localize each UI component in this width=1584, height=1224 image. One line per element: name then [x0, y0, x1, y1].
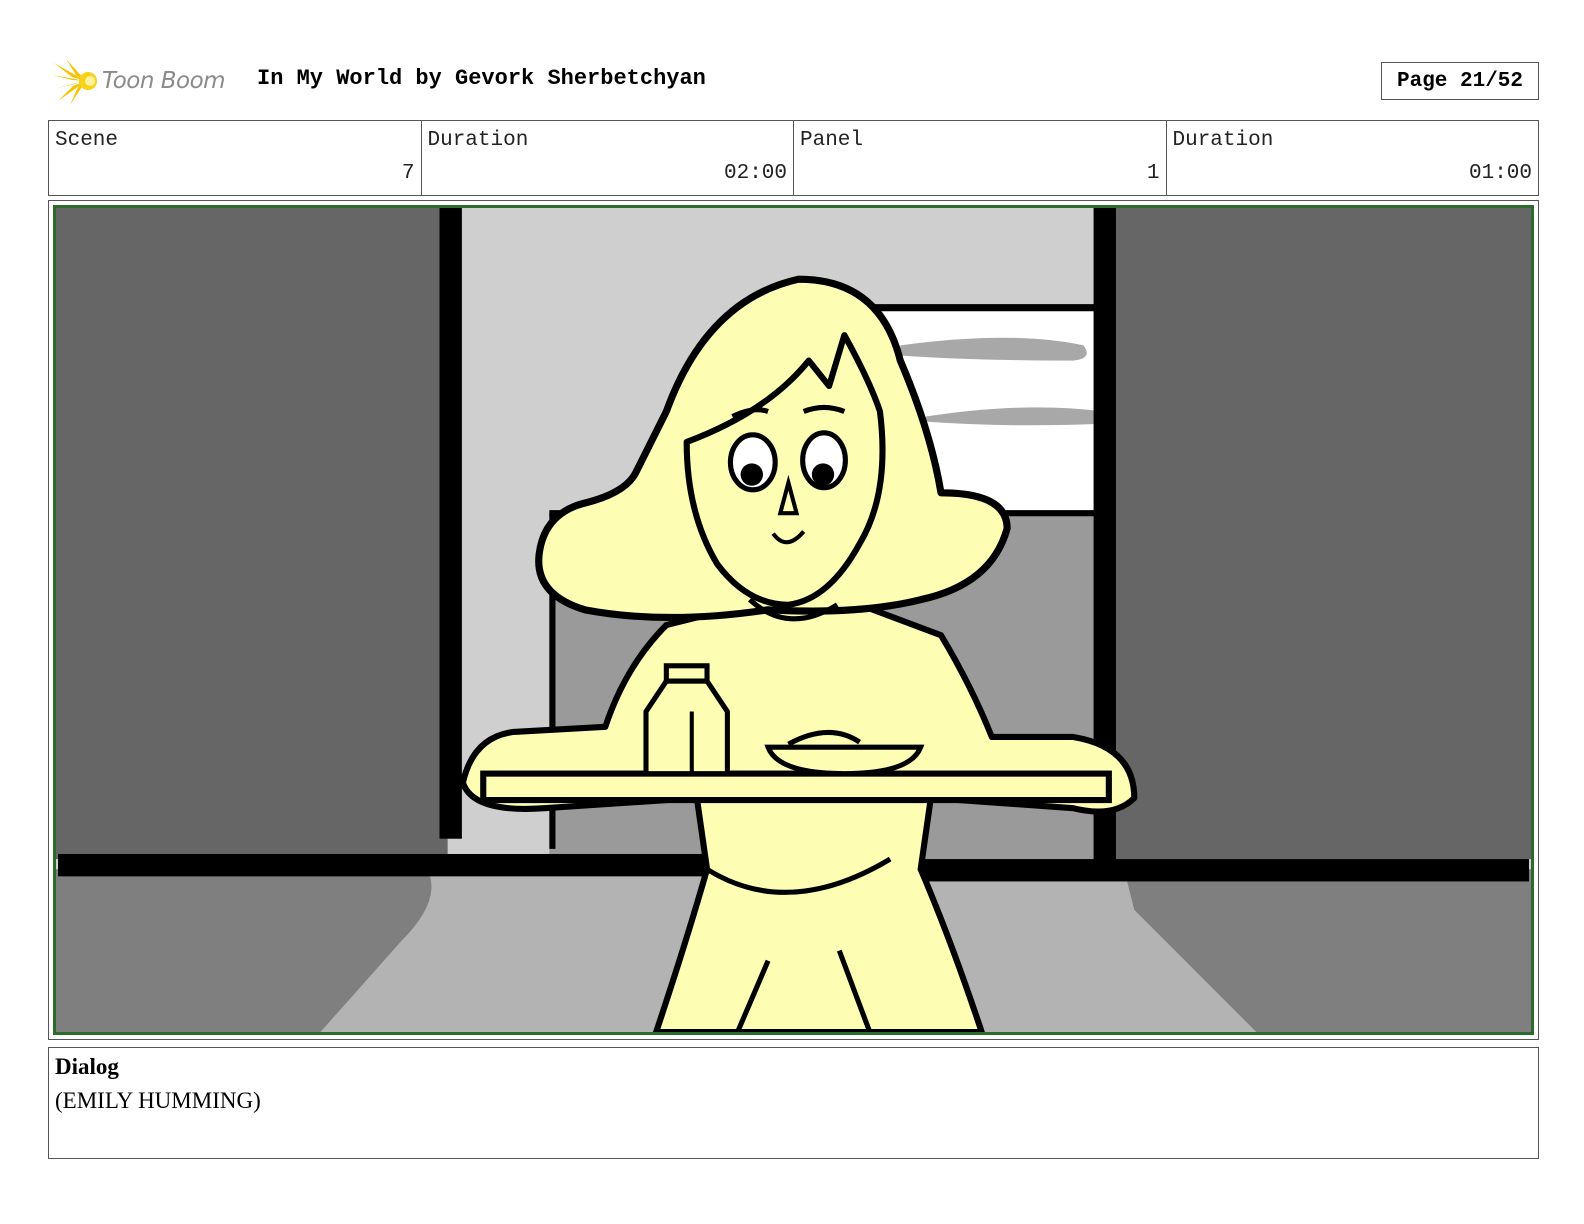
dialog-text: (EMILY HUMMING)	[55, 1088, 261, 1113]
panel-duration-label: Duration	[1172, 129, 1274, 152]
scene-duration-value: 02:00	[723, 162, 787, 185]
page-number: Page 21/52	[1381, 62, 1539, 100]
panel-duration-cell: Duration 01:00	[1167, 121, 1539, 195]
dialog-label: Dialog	[55, 1054, 119, 1079]
scene-cell: Scene 7	[49, 121, 422, 195]
storyboard-drawing	[56, 208, 1531, 1032]
panel-cell: Panel 1	[794, 121, 1167, 195]
toon-boom-logo: Toon Boom	[50, 54, 240, 108]
info-row: Scene 7 Duration 02:00 Panel 1 Duration …	[48, 120, 1539, 196]
scene-duration-label: Duration	[427, 129, 529, 152]
panel-duration-value: 01:00	[1468, 162, 1532, 185]
scene-duration-cell: Duration 02:00	[422, 121, 794, 195]
logo-text: Toon Boom	[102, 68, 226, 94]
starburst-icon	[52, 59, 97, 105]
panel-value: 1	[1146, 162, 1160, 185]
scene-label: Scene	[55, 129, 119, 152]
dialog-box: Dialog (EMILY HUMMING)	[48, 1047, 1539, 1159]
storyboard-panel-frame	[48, 200, 1539, 1040]
document-title: In My World by Gevork Sherbetchyan	[257, 66, 706, 91]
panel-label: Panel	[800, 129, 864, 152]
storyboard-panel	[53, 205, 1534, 1035]
scene-value: 7	[401, 162, 415, 185]
